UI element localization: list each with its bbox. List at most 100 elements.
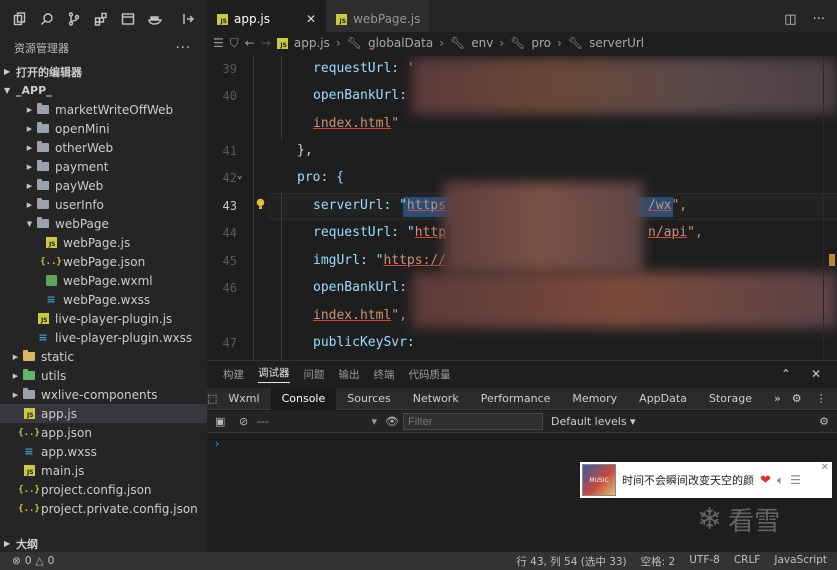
heart-icon[interactable]: ❤ (760, 473, 771, 488)
lightbulb-icon[interactable] (256, 198, 265, 210)
music-popup[interactable]: MUSIC 时间不会瞬间改变天空的颜 ❤ 🔈︎ ☰ ✕ (580, 462, 832, 498)
outline-section[interactable]: ▶ 大纲 (0, 534, 207, 553)
tree-file[interactable]: ≡ app.wxss (0, 442, 207, 461)
indent-guide (281, 192, 282, 360)
cursor-position[interactable]: 行 43, 列 54 (选中 33) (516, 554, 626, 569)
breadcrumb-item[interactable]: env (471, 36, 493, 50)
more-actions-icon[interactable]: ··· (176, 41, 191, 56)
list-icon[interactable]: ☰ (213, 36, 224, 50)
sidebar-toggle-icon[interactable]: ▣ (215, 415, 225, 428)
tab-terminal[interactable]: 终端 (374, 367, 395, 382)
problems-indicator[interactable]: ⊗ 0 △ 0 (0, 555, 54, 567)
bookmark-icon[interactable]: ⛉ (230, 36, 239, 51)
playlist-icon[interactable]: ☰ (790, 473, 801, 487)
tree-file[interactable]: {..} app.json (0, 423, 207, 442)
tree-file[interactable]: JS webPage.js (0, 233, 207, 252)
tree-file[interactable]: webPage.wxml (0, 271, 207, 290)
open-editors-section[interactable]: ▶ 打开的编辑器 (0, 62, 207, 81)
indentation[interactable]: 空格: 2 (641, 554, 676, 569)
gear-icon[interactable]: ⚙ (792, 392, 802, 405)
tree-file[interactable]: {..} project.config.json (0, 480, 207, 499)
filter-input[interactable] (402, 413, 543, 430)
extensions-icon[interactable] (87, 7, 114, 31)
copy-icon[interactable] (6, 7, 33, 31)
tree-folder[interactable]: ▶ wxlive-components (0, 385, 207, 404)
snowflake-icon: ❄ (697, 502, 723, 537)
more-vertical-icon[interactable]: ⋮ (816, 392, 827, 405)
tab-console[interactable]: Console (270, 387, 337, 410)
tab-performance[interactable]: Performance (470, 388, 562, 410)
console-toolbar: ▣ ⊘ ---▾ 👁︎ Default levels ▾ ⚙ (207, 411, 837, 433)
tree-file[interactable]: ≡ webPage.wxss (0, 290, 207, 309)
chevron-right-icon: ▶ (26, 162, 33, 171)
code-editor[interactable]: 39 40 41 42 43 44 45 46 47 ⌄ requestUrl:… (207, 56, 837, 360)
tree-folder[interactable]: ▶ marketWriteOffWeb (0, 100, 207, 119)
tree-folder[interactable]: ▶ openMini (0, 119, 207, 138)
tree-folder[interactable]: ▶ otherWeb (0, 138, 207, 157)
more-tabs-icon[interactable]: » (763, 388, 792, 410)
breadcrumb-item[interactable]: globalData (368, 36, 433, 50)
chevron-up-icon[interactable]: ⌃ (781, 367, 791, 381)
close-icon[interactable]: ✕ (306, 12, 316, 26)
tree-file[interactable]: JS live-player-plugin.js (0, 309, 207, 328)
tab-output[interactable]: 输出 (339, 367, 360, 382)
line-ending[interactable]: CRLF (734, 554, 761, 569)
tab-network[interactable]: Network (402, 388, 470, 410)
language-mode[interactable]: JavaScript (774, 554, 827, 569)
source-control-icon[interactable] (60, 7, 87, 31)
tab-sources[interactable]: Sources (336, 388, 402, 410)
chevron-right-icon: ▶ (26, 200, 33, 209)
tree-item-label: static (41, 349, 74, 364)
indent-guide (253, 56, 254, 360)
remote-icon[interactable] (114, 7, 141, 31)
js-file-icon: JS (21, 464, 37, 478)
tab-wxml[interactable]: Wxml (217, 388, 270, 410)
scrollbar[interactable] (823, 56, 837, 360)
tree-file[interactable]: ≡ live-player-plugin.wxss (0, 328, 207, 347)
back-arrow-icon[interactable]: ← (245, 36, 255, 50)
tab-storage[interactable]: Storage (698, 388, 763, 410)
tab-debugger[interactable]: 调试器 (258, 365, 290, 383)
breadcrumb-item[interactable]: app.js (294, 36, 330, 50)
search-icon[interactable] (33, 7, 60, 31)
tree-folder[interactable]: ▶ utils (0, 366, 207, 385)
close-icon[interactable]: ✕ (821, 462, 829, 473)
chevron-right-icon: ▶ (26, 181, 33, 190)
tab-build[interactable]: 构建 (223, 367, 244, 382)
forward-arrow-icon[interactable]: → (261, 36, 271, 50)
console-prompt[interactable]: › (215, 437, 219, 450)
tree-file[interactable]: JS app.js (0, 404, 207, 423)
tree-file[interactable]: {..} project.private.config.json (0, 499, 207, 518)
chevron-right-icon: ▶ (26, 143, 33, 152)
tree-folder[interactable]: ▶ static (0, 347, 207, 366)
split-editor-icon[interactable]: ◫ (784, 12, 796, 27)
close-icon[interactable]: ✕ (811, 367, 821, 381)
split-icon[interactable] (174, 7, 201, 31)
tree-item-label: webPage (55, 216, 109, 231)
context-select[interactable]: --- ▾ (257, 415, 385, 428)
encoding[interactable]: UTF-8 (689, 554, 720, 569)
more-actions-icon[interactable]: ··· (813, 12, 825, 27)
explorer-title: 资源管理器 (14, 42, 69, 55)
chevron-down-icon[interactable]: ⌄ (237, 171, 242, 181)
inspect-icon[interactable]: ⬚ (207, 392, 217, 405)
gear-icon[interactable]: ⚙ (819, 415, 837, 428)
breadcrumb-item[interactable]: serverUrl (589, 36, 644, 50)
workspace-root[interactable]: ▼ _APP_ (0, 81, 207, 100)
tree-folder[interactable]: ▶ payment (0, 157, 207, 176)
tab-appdata[interactable]: AppData (628, 388, 698, 410)
tab-problems[interactable]: 问题 (304, 367, 325, 382)
docker-icon[interactable] (141, 7, 168, 31)
volume-icon[interactable]: 🔈︎ (777, 473, 784, 488)
breadcrumb-item[interactable]: pro (531, 36, 551, 50)
tree-file[interactable]: JS main.js (0, 461, 207, 480)
tree-folder[interactable]: ▼ webPage (0, 214, 207, 233)
clear-console-icon[interactable]: ⊘ (239, 415, 248, 428)
eye-icon[interactable]: 👁︎ (385, 415, 399, 428)
levels-dropdown[interactable]: Default levels ▾ (551, 415, 636, 428)
tab-code-quality[interactable]: 代码质量 (409, 367, 451, 382)
tab-memory[interactable]: Memory (561, 388, 628, 410)
tree-folder[interactable]: ▶ userInfo (0, 195, 207, 214)
tree-file[interactable]: {..} webPage.json (0, 252, 207, 271)
tree-folder[interactable]: ▶ payWeb (0, 176, 207, 195)
